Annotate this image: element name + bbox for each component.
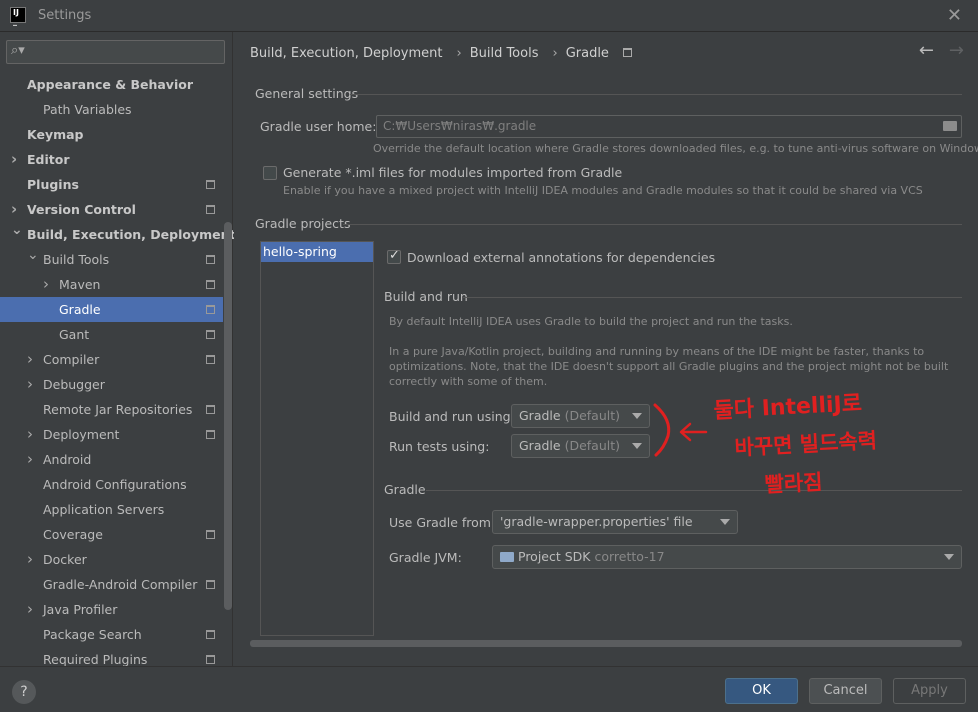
annotation-arrow-icon: [679, 422, 708, 442]
help-button[interactable]: ?: [12, 680, 36, 704]
cancel-button[interactable]: Cancel: [809, 678, 882, 704]
annotation-line1: 둘다 IntelliJ로: [713, 391, 863, 424]
annotation-line2: 바꾸면 빌드속력: [734, 429, 878, 460]
annotation-brace: [653, 403, 671, 457]
dialog-footer: ? OK Cancel Apply: [0, 666, 978, 712]
ok-button[interactable]: OK: [725, 678, 798, 704]
apply-button[interactable]: Apply: [893, 678, 966, 704]
annotation-line3: 빨라짐: [764, 470, 823, 497]
handwritten-annotation: 둘다 IntelliJ로 바꾸면 빌드속력 빨라짐: [653, 391, 878, 497]
